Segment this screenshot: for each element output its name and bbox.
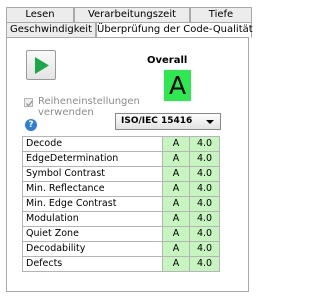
tab-geschwindigkeit[interactable]: Geschwindigkeit	[6, 22, 96, 37]
tab-verarbeitungszeit[interactable]: Verarbeitungszeit	[74, 7, 190, 22]
table-row: Modulation A 4.0	[22, 211, 220, 227]
tab-lesen[interactable]: Lesen	[6, 7, 74, 22]
table-row: Min. Reflectance A 4.0	[22, 181, 220, 197]
run-button[interactable]	[26, 50, 56, 80]
standard-select[interactable]: ISO/IEC 15416	[115, 113, 221, 130]
row-settings-checkbox[interactable]	[24, 98, 34, 107]
row-value: 4.0	[189, 166, 220, 182]
tab-row-top: Lesen Verarbeitungszeit Tiefe	[6, 7, 252, 22]
tab-row-bottom: Geschwindigkeit Überprüfung der Code-Qua…	[6, 22, 253, 38]
row-grade: A	[162, 226, 190, 242]
row-value: 4.0	[189, 211, 220, 227]
row-grade: A	[162, 256, 190, 272]
row-name: Symbol Contrast	[22, 166, 163, 182]
table-row: Min. Edge Contrast A 4.0	[22, 196, 220, 212]
tab-code-quality[interactable]: Überprüfung der Code-Qualität	[96, 22, 253, 38]
help-icon[interactable]: ?	[25, 119, 37, 131]
table-row: Quiet Zone A 4.0	[22, 226, 220, 242]
row-name: Min. Reflectance	[22, 181, 163, 197]
play-icon	[35, 57, 49, 74]
row-grade: A	[162, 181, 190, 197]
table-row: Defects A 4.0	[22, 256, 220, 272]
row-value: 4.0	[189, 226, 220, 242]
row-value: 4.0	[189, 256, 220, 272]
tab-tiefe[interactable]: Tiefe	[190, 7, 252, 22]
row-name: Modulation	[22, 211, 163, 227]
table-row: Symbol Contrast A 4.0	[22, 166, 220, 182]
row-grade: A	[162, 196, 190, 212]
row-grade: A	[162, 166, 190, 182]
check-icon	[26, 100, 34, 107]
row-name: EdgeDetermination	[22, 151, 163, 167]
table-row: EdgeDetermination A 4.0	[22, 151, 220, 167]
overall-grade: A	[164, 70, 191, 101]
row-value: 4.0	[189, 181, 220, 197]
grade-table: Decode A 4.0 EdgeDetermination A 4.0 Symbol Co…	[22, 136, 220, 272]
row-grade: A	[162, 241, 190, 257]
row-name: Defects	[22, 256, 163, 272]
row-grade: A	[162, 136, 190, 152]
row-name: Decodability	[22, 241, 163, 257]
row-grade: A	[162, 151, 190, 167]
row-name: Min. Edge Contrast	[22, 196, 163, 212]
row-grade: A	[162, 211, 190, 227]
standard-select-value: ISO/IEC 15416	[121, 116, 193, 126]
row-value: 4.0	[189, 151, 220, 167]
row-name: Quiet Zone	[22, 226, 163, 242]
table-row: Decode A 4.0	[22, 136, 220, 152]
row-name: Decode	[22, 136, 163, 152]
row-value: 4.0	[189, 196, 220, 212]
row-value: 4.0	[189, 241, 220, 257]
row-value: 4.0	[189, 136, 220, 152]
table-row: Decodability A 4.0	[22, 241, 220, 257]
overall-label: Overall	[147, 55, 188, 66]
chevron-down-icon	[206, 120, 214, 124]
